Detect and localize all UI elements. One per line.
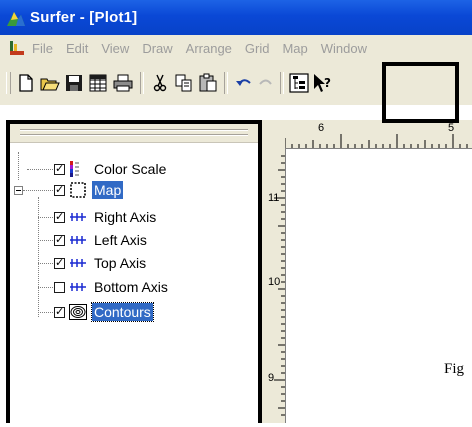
tree-item-top-axis[interactable]: Top Axis: [54, 253, 148, 273]
tree-item-color-scale[interactable]: Color Scale: [54, 159, 168, 179]
panel-title-grip[interactable]: [10, 124, 258, 143]
ruler-label: 5: [448, 122, 455, 134]
window-title: Surfer - [Plot1]: [30, 9, 138, 26]
surfer-app-icon[interactable]: [6, 8, 26, 28]
axis-icon: [70, 236, 86, 244]
print-icon[interactable]: [113, 73, 133, 93]
plot-canvas[interactable]: [286, 149, 472, 423]
title-bar[interactable]: Surfer - [Plot1]: [0, 0, 472, 35]
plot-window: 6 5 11 10 9 Fig: [262, 120, 472, 423]
undo-icon[interactable]: [234, 73, 254, 93]
axis-icon: [70, 213, 86, 221]
tree-item-label: Top Axis: [94, 255, 147, 271]
contours-icon: [69, 304, 87, 320]
menu-draw[interactable]: Draw: [142, 41, 172, 56]
new-document-icon[interactable]: [16, 73, 36, 93]
object-manager-panel: Color Scale Map Right Axis Left Axis: [6, 120, 262, 423]
toolbar-separator: [224, 72, 228, 94]
visibility-checkbox[interactable]: [54, 256, 65, 269]
visibility-checkbox[interactable]: [54, 162, 65, 175]
open-folder-icon[interactable]: [40, 73, 60, 93]
help-pointer-icon[interactable]: ?: [312, 73, 332, 93]
document-system-icon[interactable]: [8, 39, 26, 57]
tree-item-map[interactable]: Map: [54, 180, 124, 200]
object-manager-icon[interactable]: [289, 73, 309, 93]
ruler-label: 9: [268, 372, 275, 384]
menu-file[interactable]: File: [32, 41, 53, 56]
menu-arrange[interactable]: Arrange: [186, 41, 232, 56]
tree-item-left-axis[interactable]: Left Axis: [54, 230, 149, 250]
vertical-ruler: 11 10 9: [268, 148, 286, 423]
tree-item-label: Right Axis: [94, 209, 157, 225]
visibility-checkbox[interactable]: [54, 183, 65, 196]
menu-bar: File Edit View Draw Arrange Grid Map Win…: [0, 35, 472, 61]
axis-icon: [70, 259, 86, 267]
tree-item-label: Bottom Axis: [94, 279, 168, 295]
highlight-box: [382, 62, 459, 123]
menu-view[interactable]: View: [101, 41, 129, 56]
tree-item-label: Left Axis: [94, 232, 147, 248]
object-tree: Color Scale Map Right Axis Left Axis: [10, 142, 258, 427]
menu-map[interactable]: Map: [282, 41, 307, 56]
visibility-checkbox[interactable]: [54, 233, 65, 246]
tree-item-contours[interactable]: Contours: [54, 302, 154, 322]
copy-icon[interactable]: [174, 73, 194, 93]
collapse-map-toggle[interactable]: [14, 186, 23, 195]
menu-items: File Edit View Draw Arrange Grid Map Win…: [32, 41, 367, 56]
tree-item-bottom-axis[interactable]: Bottom Axis: [54, 277, 170, 297]
toolbar-separator: [280, 72, 284, 94]
visibility-checkbox[interactable]: [54, 281, 65, 293]
ruler-corner: [268, 120, 286, 149]
tree-item-label: Color Scale: [94, 161, 167, 177]
canvas-text: Fig: [444, 361, 465, 377]
cut-scissors-icon[interactable]: [150, 73, 170, 93]
menu-window[interactable]: Window: [321, 41, 367, 56]
toolbar-grip[interactable]: [6, 72, 11, 94]
horizontal-ruler: 6 5: [284, 120, 472, 149]
color-scale-icon: [70, 161, 79, 177]
tree-item-label: Contours: [91, 302, 154, 322]
ruler-label: 10: [268, 276, 281, 288]
toolbar-separator: [140, 72, 144, 94]
menu-edit[interactable]: Edit: [66, 41, 88, 56]
svg-text:?: ?: [324, 76, 331, 90]
save-disk-icon[interactable]: [64, 73, 84, 93]
axis-icon: [70, 283, 86, 291]
menu-grid[interactable]: Grid: [245, 41, 270, 56]
paste-icon[interactable]: [198, 73, 218, 93]
ruler-label: 11: [268, 192, 280, 204]
tree-item-right-axis[interactable]: Right Axis: [54, 207, 158, 227]
horizontal-ruler-ticks: [284, 134, 468, 148]
tree-item-label: Map: [92, 181, 124, 199]
worksheet-icon[interactable]: [88, 73, 108, 93]
map-frame-icon: [70, 182, 86, 198]
visibility-checkbox[interactable]: [54, 305, 65, 318]
visibility-checkbox[interactable]: [54, 210, 65, 223]
redo-icon[interactable]: [256, 73, 276, 93]
ruler-label: 6: [318, 122, 325, 134]
